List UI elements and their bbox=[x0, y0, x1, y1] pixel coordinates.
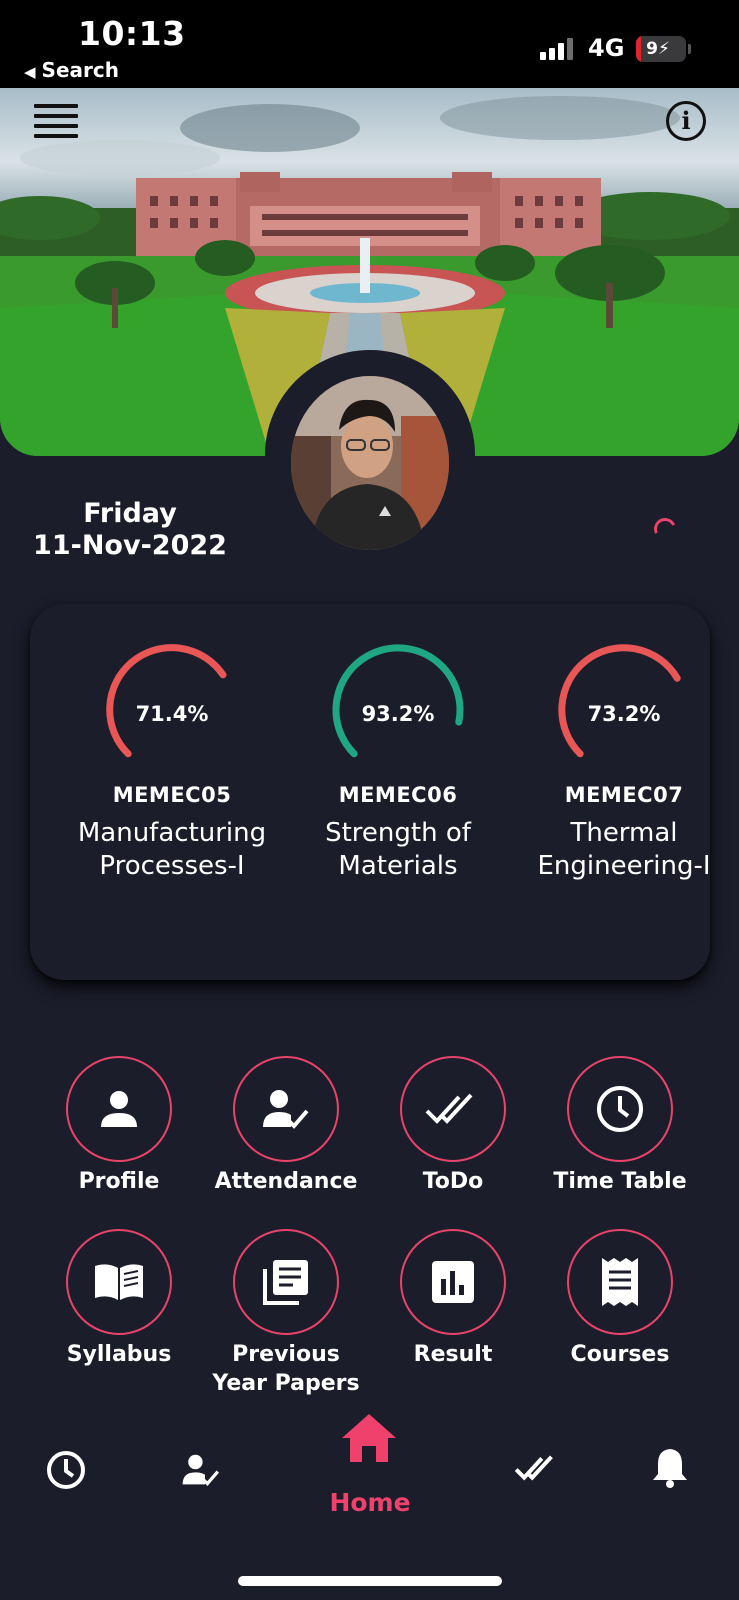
attendance-gauge: 71.4% bbox=[102, 644, 242, 769]
menu-result-circle bbox=[400, 1229, 506, 1335]
gauge-arc bbox=[106, 644, 227, 758]
info-icon[interactable]: i bbox=[666, 101, 706, 141]
person-check-icon bbox=[263, 1090, 309, 1129]
battery-level: 9⚡ bbox=[646, 39, 670, 59]
battery-cap bbox=[688, 44, 691, 54]
gauge-arc bbox=[332, 644, 464, 758]
menu-label: Syllabus bbox=[66, 1342, 172, 1367]
menu-todo[interactable]: ToDo bbox=[368, 1056, 538, 1196]
date-day: Friday bbox=[83, 498, 177, 529]
menu-label: Attendance bbox=[214, 1169, 358, 1194]
clock-icon bbox=[47, 1451, 85, 1489]
menu-courses[interactable]: Courses bbox=[535, 1229, 705, 1369]
double-check-icon bbox=[514, 1455, 553, 1481]
menu-time-table-circle bbox=[567, 1056, 673, 1162]
avatar[interactable] bbox=[265, 350, 475, 560]
subject-name: Manufacturing Processes-I bbox=[77, 818, 267, 881]
subject-attendance-2[interactable]: 93.2% MEMEC06 Strength of Materials bbox=[285, 644, 511, 883]
documents-icon bbox=[263, 1260, 308, 1305]
menu-profile[interactable]: Profile bbox=[34, 1056, 204, 1196]
gauge-arc bbox=[558, 644, 681, 758]
subject-attendance-3[interactable]: 73.2% MEMEC07 Thermal Engineering-I bbox=[511, 644, 737, 883]
person-icon bbox=[101, 1091, 137, 1127]
menu-time-table[interactable]: Time Table bbox=[535, 1056, 705, 1196]
network-type: 4G bbox=[588, 34, 625, 62]
nav-todo[interactable] bbox=[514, 1452, 560, 1488]
menu-todo-circle bbox=[400, 1056, 506, 1162]
menu-label: Courses bbox=[570, 1342, 670, 1367]
menu-courses-circle bbox=[567, 1229, 673, 1335]
receipt-icon bbox=[602, 1258, 638, 1306]
back-to-search-link[interactable]: ◀ Search bbox=[24, 58, 119, 82]
hamburger-menu-icon[interactable] bbox=[34, 104, 78, 138]
menu-label: ToDo bbox=[422, 1169, 484, 1194]
status-bar: 10:13 ◀ Search 4G 9⚡ bbox=[0, 0, 739, 88]
menu-label: Profile bbox=[78, 1169, 160, 1194]
subject-code: MEMEC05 bbox=[112, 783, 232, 807]
menu-syllabus-circle bbox=[66, 1229, 172, 1335]
attendance-gauge: 93.2% bbox=[328, 644, 468, 769]
cellular-signal-icon bbox=[540, 38, 578, 60]
nav-home-label[interactable]: Home bbox=[310, 1488, 430, 1517]
back-label: Search bbox=[41, 58, 119, 82]
subject-name: Thermal Engineering-I bbox=[537, 818, 711, 881]
loading-spinner-icon bbox=[650, 514, 680, 544]
person-check-icon bbox=[182, 1454, 220, 1486]
subject-code: MEMEC07 bbox=[564, 783, 684, 807]
menu-attendance[interactable]: Attendance bbox=[201, 1056, 371, 1196]
home-indicator[interactable] bbox=[238, 1576, 502, 1586]
menu-syllabus[interactable]: Syllabus bbox=[34, 1229, 204, 1369]
clock-icon bbox=[597, 1086, 643, 1132]
subject-attendance-1[interactable]: 71.4% MEMEC05 Manufacturing Processes-I bbox=[59, 644, 285, 883]
attendance-card: 71.4% MEMEC05 Manufacturing Processes-I 9… bbox=[30, 604, 711, 980]
status-time: 10:13 bbox=[78, 14, 186, 53]
subject-code: MEMEC06 bbox=[338, 783, 458, 807]
subject-name: Strength of Materials bbox=[325, 818, 471, 881]
menu-previous-year-papers[interactable]: Previous Year Papers bbox=[201, 1229, 371, 1398]
attendance-gauge: 73.2% bbox=[554, 644, 694, 769]
menu-label: Previous Year Papers bbox=[212, 1342, 360, 1396]
menu-previous-year-papers-circle bbox=[233, 1229, 339, 1335]
date-full: 11-Nov-2022 bbox=[33, 530, 227, 561]
attendance-percent: 71.4% bbox=[135, 702, 209, 726]
battery-icon: 9⚡ bbox=[636, 36, 686, 62]
nav-timetable[interactable] bbox=[46, 1450, 86, 1494]
menu-result[interactable]: Result bbox=[368, 1229, 538, 1369]
double-check-icon bbox=[425, 1093, 473, 1124]
menu-attendance-circle bbox=[233, 1056, 339, 1162]
open-book-icon bbox=[95, 1264, 143, 1300]
nav-home[interactable] bbox=[340, 1412, 398, 1468]
back-triangle-icon: ◀ bbox=[24, 63, 36, 81]
menu-label: Time Table bbox=[553, 1169, 687, 1194]
attendance-percent: 93.2% bbox=[361, 702, 435, 726]
nav-attendance[interactable] bbox=[181, 1452, 221, 1492]
bell-icon bbox=[653, 1449, 687, 1488]
menu-label: Result bbox=[413, 1342, 493, 1367]
menu-profile-circle bbox=[66, 1056, 172, 1162]
home-icon bbox=[342, 1414, 396, 1462]
attendance-percent: 73.2% bbox=[587, 702, 661, 726]
profile-photo bbox=[291, 376, 449, 550]
bar-chart-icon bbox=[432, 1261, 474, 1303]
nav-notifications[interactable] bbox=[652, 1446, 688, 1492]
